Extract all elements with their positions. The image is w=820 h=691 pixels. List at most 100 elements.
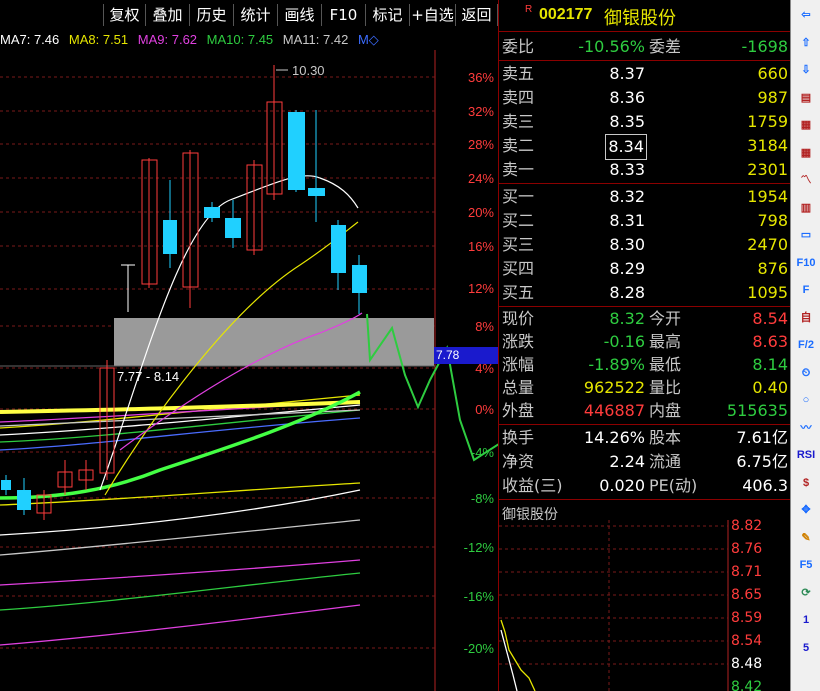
- weibi-label: 委比: [502, 37, 535, 56]
- history-button[interactable]: 历史: [189, 4, 233, 26]
- ma8-label: MA8: 7.51: [68, 32, 129, 47]
- ask-label: 卖五: [502, 64, 535, 83]
- ask-volume: 3184: [747, 136, 788, 155]
- candle-chart-icon[interactable]: ▥: [794, 197, 818, 219]
- pct-label: 24%: [467, 171, 494, 186]
- pct-label: 0%: [475, 402, 494, 417]
- bid-volume: 876: [757, 259, 788, 278]
- list-icon[interactable]: ▤: [794, 87, 818, 109]
- margin-marker: R: [525, 4, 533, 15]
- ask-volume: 987: [757, 88, 788, 107]
- bid-label: 买四: [502, 259, 535, 278]
- finance-value: 0.020: [599, 476, 645, 495]
- arrow-down-icon[interactable]: ⇩: [794, 59, 818, 81]
- finance-value: 2.24: [609, 452, 645, 471]
- kline-chart[interactable]: 10.30 7.77 - 8.14 7.78 36% 32% 28% 24% 2…: [0, 50, 605, 691]
- pct-label: 12%: [467, 281, 494, 296]
- bid-label: 买三: [502, 235, 535, 254]
- bid-row[interactable]: 买三 8.30 2470: [499, 233, 791, 257]
- f10b-icon[interactable]: F: [794, 279, 818, 301]
- mark-button[interactable]: 标记: [365, 4, 409, 26]
- pct-label: -16%: [463, 589, 494, 604]
- move-icon[interactable]: ✥: [794, 499, 818, 521]
- bid-price: 8.31: [609, 211, 645, 230]
- bid-volume: 1095: [747, 283, 788, 302]
- bid-row[interactable]: 买一 8.32 1954: [499, 185, 791, 209]
- bid-row[interactable]: 买五 8.28 1095: [499, 281, 791, 305]
- quote-row: 现价 8.32 今开 8.54: [499, 307, 791, 331]
- quote-label: 现价: [502, 309, 535, 328]
- finance-label: 股本: [649, 428, 682, 447]
- ask-volume: 2301: [747, 160, 788, 179]
- quote-label: 涨幅: [502, 355, 535, 374]
- draw-line-button[interactable]: 画线: [277, 4, 321, 26]
- ask-row[interactable]: 卖四 8.36 987: [499, 86, 791, 110]
- pen-icon[interactable]: ✎: [794, 527, 818, 549]
- quote-value: 8.63: [752, 332, 788, 351]
- bid-label: 买五: [502, 283, 535, 302]
- bid-label: 买二: [502, 211, 535, 230]
- weibi-row: 委比 -10.56% 委差 -1698: [499, 35, 791, 59]
- pct-label: 16%: [467, 239, 494, 254]
- f10-icon[interactable]: F10: [794, 252, 818, 274]
- quote-label: 总量: [502, 378, 535, 397]
- fz-icon[interactable]: F/2: [794, 334, 818, 356]
- one-icon[interactable]: 1: [794, 609, 818, 631]
- ask-volume: 660: [757, 64, 788, 83]
- stats-button[interactable]: 统计: [233, 4, 277, 26]
- ask-row[interactable]: 卖五 8.37 660: [499, 62, 791, 86]
- ask-price: 8.37: [609, 64, 645, 83]
- ask-row[interactable]: 卖二 8.34 3184: [499, 134, 791, 160]
- pct-label: -20%: [463, 641, 494, 656]
- mini-price-label: 8.59: [731, 610, 763, 626]
- grid2-icon[interactable]: ▦: [794, 142, 818, 164]
- window-icon[interactable]: ▭: [794, 224, 818, 246]
- ask-row[interactable]: 卖三 8.35 1759: [499, 110, 791, 134]
- wave-icon[interactable]: 〰: [794, 417, 818, 439]
- finance-value: 6.75亿: [736, 452, 788, 471]
- f10-button[interactable]: F10: [321, 4, 365, 26]
- bid-volume: 1954: [747, 187, 788, 206]
- bid-row[interactable]: 买四 8.29 876: [499, 257, 791, 281]
- arrow-left-icon[interactable]: ⇦: [794, 4, 818, 26]
- quote-value: -0.16: [603, 332, 645, 351]
- overlay-button[interactable]: 叠加: [145, 4, 189, 26]
- bid-volume: 798: [757, 211, 788, 230]
- circle-icon[interactable]: ○: [794, 389, 818, 411]
- bid-row[interactable]: 买二 8.31 798: [499, 209, 791, 233]
- bid-price: 8.30: [609, 235, 645, 254]
- quote-panel: R 002177 御银股份 委比 -10.56% 委差 -1698 卖五 8.3…: [498, 0, 791, 691]
- self-icon[interactable]: 自: [794, 307, 818, 329]
- ask-price: 8.33: [609, 160, 645, 179]
- fuquan-button[interactable]: 复权: [103, 4, 145, 26]
- line-chart-icon[interactable]: 〽: [794, 169, 818, 191]
- stock-code: 002177: [539, 6, 593, 23]
- quote-value: 0.40: [752, 378, 788, 397]
- add-favorite-button[interactable]: +自选: [409, 4, 455, 26]
- finance-value: 406.3: [742, 476, 788, 495]
- finance-row: 净资 2.24 流通 6.75亿: [499, 450, 791, 474]
- grid-icon[interactable]: ▦: [794, 114, 818, 136]
- price-range-box: [114, 318, 434, 366]
- stock-name: 御银股份: [604, 8, 676, 29]
- pct-label: 32%: [467, 104, 494, 119]
- back-button[interactable]: 返回: [455, 4, 498, 26]
- f5-icon[interactable]: F5: [794, 554, 818, 576]
- pct-label: 20%: [467, 205, 494, 220]
- arrow-up-icon[interactable]: ⇧: [794, 32, 818, 54]
- pct-label: -4%: [470, 445, 494, 460]
- ask-price: 8.35: [609, 112, 645, 131]
- five-icon[interactable]: 5: [794, 637, 818, 659]
- refresh-icon[interactable]: ⟳: [794, 582, 818, 604]
- finance-label: 流通: [649, 452, 682, 471]
- dollar-icon[interactable]: $: [794, 472, 818, 494]
- ma-more-label[interactable]: M◇: [358, 32, 379, 47]
- ask-label: 卖四: [502, 88, 535, 107]
- timer-icon[interactable]: ⏲: [794, 362, 818, 384]
- rsi-icon[interactable]: RSI: [794, 444, 818, 466]
- ma11-label: MA11: 7.42: [282, 32, 349, 47]
- finance-label: 换手: [502, 428, 535, 447]
- ask-row[interactable]: 卖一 8.33 2301: [499, 158, 791, 182]
- mini-price-label: 8.42: [731, 679, 763, 691]
- ask-price: 8.36: [609, 88, 645, 107]
